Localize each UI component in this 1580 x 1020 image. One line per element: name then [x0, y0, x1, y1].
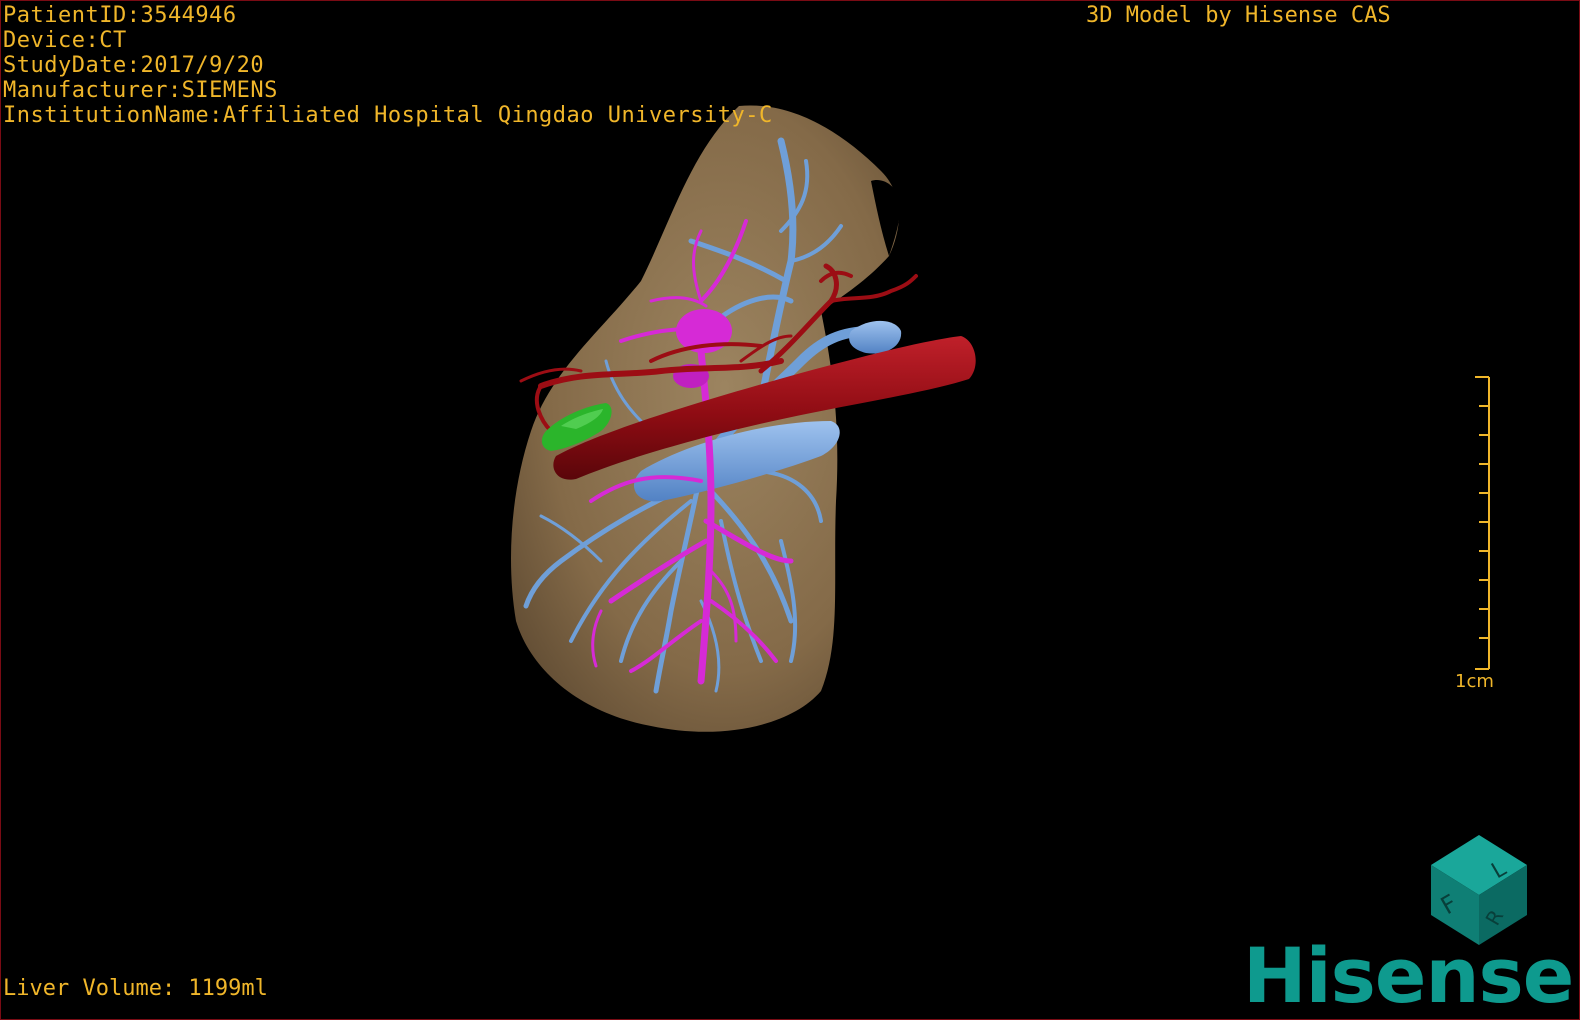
study-date: StudyDate:2017/9/20 — [3, 53, 265, 78]
scale-bar — [1475, 376, 1490, 670]
orientation-cube-icon[interactable]: F L R — [1419, 827, 1539, 947]
patient-id: PatientID:3544946 — [3, 3, 237, 28]
model-title: 3D Model by Hisense CAS — [1086, 3, 1391, 28]
liver-3d-model[interactable] — [1, 1, 1580, 1020]
portal-vein-upper — [849, 320, 902, 354]
manufacturer: Manufacturer:SIEMENS — [3, 78, 278, 103]
device: Device:CT — [3, 28, 127, 53]
patient-info-overlay: PatientID:3544946 Device:CT StudyDate:20… — [3, 3, 773, 128]
liver-volume: Liver Volume: 1199ml — [3, 976, 268, 1001]
scale-bar-label: 1cm — [1455, 671, 1494, 692]
institution-name: InstitutionName:Affiliated Hospital Qing… — [3, 103, 773, 128]
hisense-logo: Hisense — [1243, 931, 1574, 1020]
viewer-window: PatientID:3544946 Device:CT StudyDate:20… — [0, 0, 1580, 1020]
